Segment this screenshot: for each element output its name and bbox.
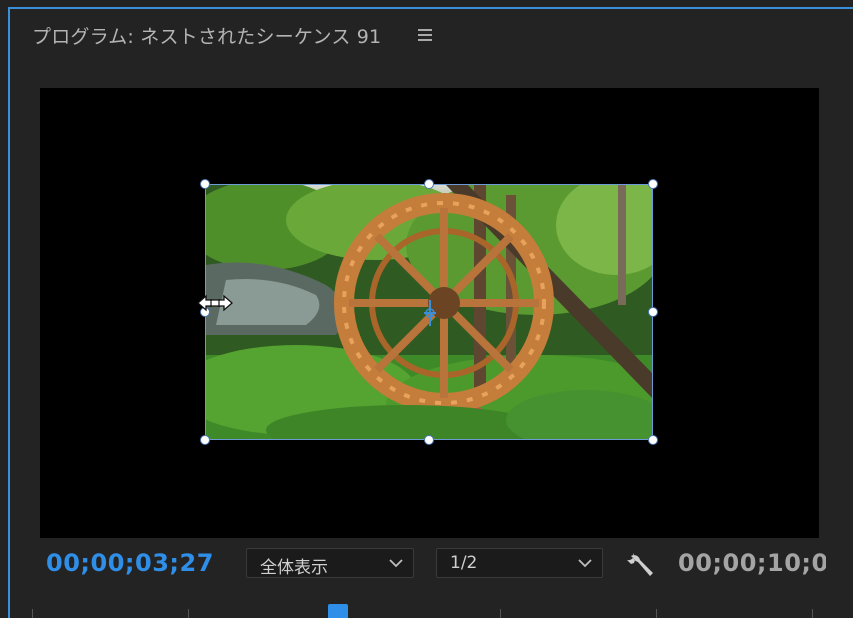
transform-handle-bottom-right[interactable] (648, 435, 658, 445)
transform-handle-top-right[interactable] (648, 179, 658, 189)
horizontal-resize-cursor-icon (197, 294, 233, 312)
chevron-down-icon (389, 559, 403, 568)
chevron-down-icon (578, 559, 592, 568)
playback-resolution-select[interactable]: 1/2 (436, 548, 603, 578)
zoom-level-select[interactable]: 全体表示 (246, 548, 414, 578)
anchor-point-icon[interactable] (420, 300, 440, 326)
panel-focus-border-left (8, 7, 10, 618)
wrench-icon[interactable] (626, 549, 656, 579)
panel-title[interactable]: プログラム: ネストされたシーケンス 91 (32, 22, 381, 49)
transform-handle-bottom[interactable] (424, 435, 434, 445)
panel-focus-border (8, 7, 853, 9)
playhead-icon[interactable] (328, 604, 348, 618)
time-ruler[interactable] (32, 600, 822, 618)
transform-handle-right[interactable] (648, 307, 658, 317)
duration-timecode: 00;00;10;00 (678, 549, 826, 577)
zoom-level-value: 全体表示 (260, 558, 328, 578)
transform-handle-top-left[interactable] (200, 179, 210, 189)
transform-handle-top[interactable] (424, 179, 434, 189)
current-timecode[interactable]: 00;00;03;27 (46, 549, 214, 577)
program-monitor-panel: プログラム: ネストされたシーケンス 91 00;00;03;27 全体表示 1… (0, 0, 853, 618)
hamburger-icon[interactable] (415, 24, 437, 46)
playback-resolution-value: 1/2 (450, 553, 478, 573)
transform-handle-bottom-left[interactable] (200, 435, 210, 445)
